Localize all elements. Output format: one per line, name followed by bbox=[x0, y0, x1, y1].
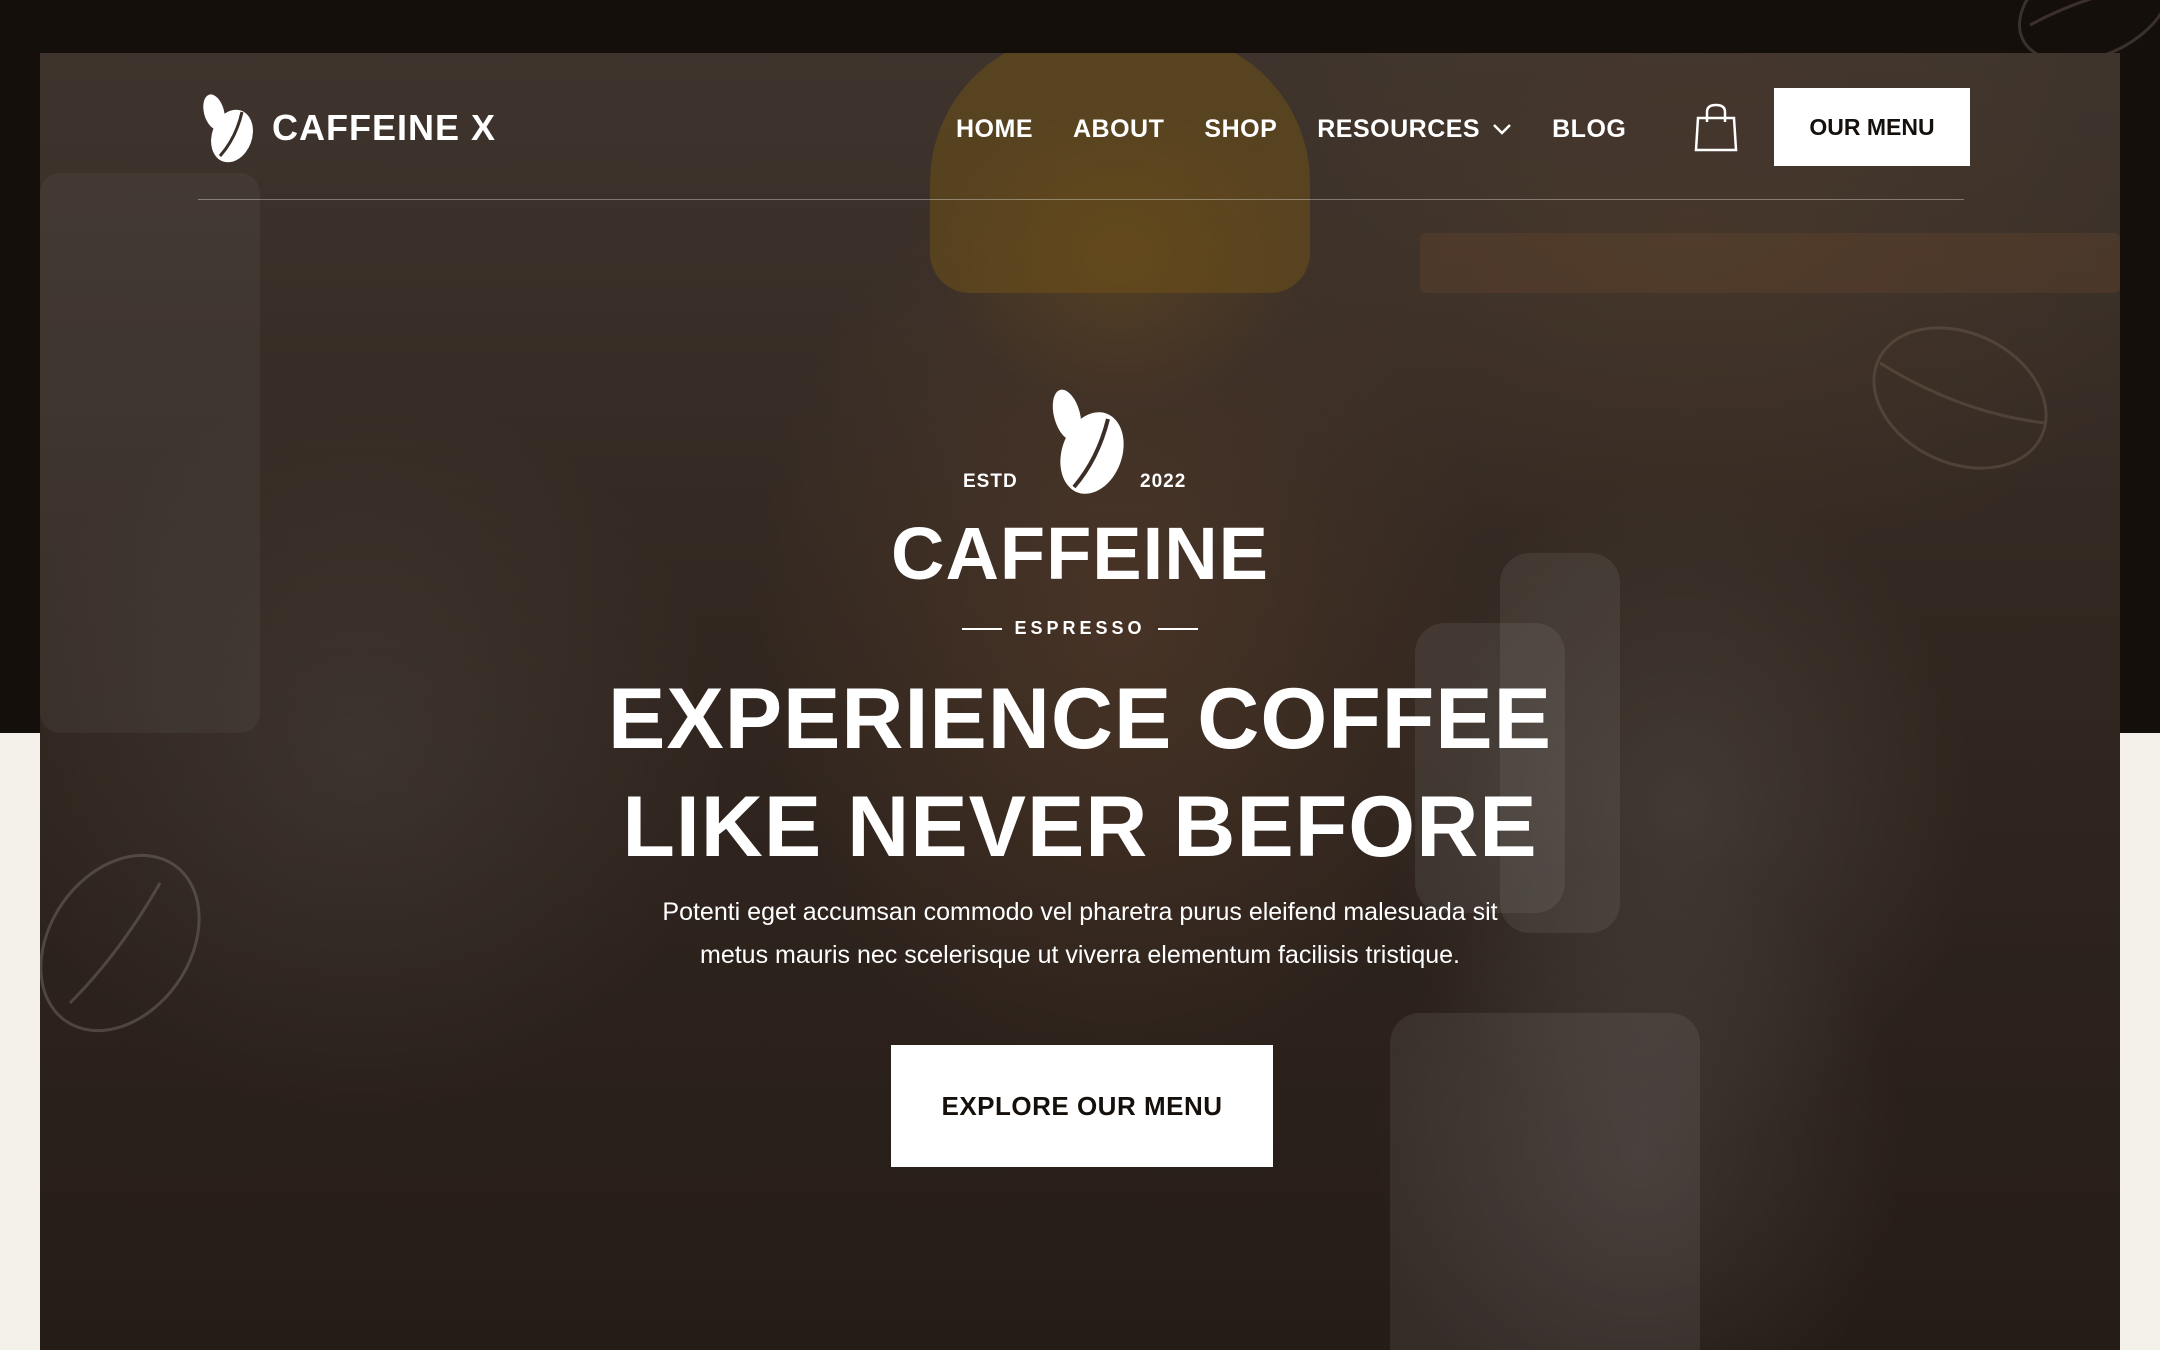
badge-year: 2022 bbox=[1140, 471, 1187, 492]
logo-text: CAFFEINE X bbox=[272, 107, 497, 148]
description-line-2: metus mauris nec scelerisque ut viverra … bbox=[700, 941, 1460, 969]
explore-menu-button[interactable]: EXPLORE OUR MENU bbox=[891, 1045, 1273, 1167]
brand-badge: ESTD 2022 CAFFEINE ESPRESSO bbox=[840, 383, 1320, 683]
nav-about[interactable]: ABOUT bbox=[1073, 115, 1164, 144]
nav-label: RESOURCES bbox=[1317, 114, 1481, 143]
page: CAFFEINE X HOME ABOUT SHOP RESOURCES BLO… bbox=[0, 0, 2160, 1350]
hero-headline: EXPERIENCE COFFEE LIKE NEVER BEFORE bbox=[40, 665, 2120, 881]
headline-line-1: EXPERIENCE COFFEE bbox=[607, 671, 1553, 767]
coffee-bean-icon bbox=[203, 94, 253, 163]
badge-estd-label: ESTD bbox=[963, 471, 1018, 492]
main-nav: HOME ABOUT SHOP RESOURCES BLOG bbox=[956, 109, 1626, 149]
our-menu-button[interactable]: OUR MENU bbox=[1774, 88, 1970, 166]
nav-label: HOME bbox=[956, 114, 1033, 143]
background-espresso-machine bbox=[40, 173, 260, 733]
description-line-1: Potenti eget accumsan commodo vel pharet… bbox=[662, 898, 1498, 926]
coffee-bean-decor-icon bbox=[1872, 326, 2048, 470]
hero-description: Potenti eget accumsan commodo vel pharet… bbox=[580, 891, 1580, 977]
headline-line-2: LIKE NEVER BEFORE bbox=[622, 779, 1538, 875]
coffee-bean-icon bbox=[1052, 389, 1124, 494]
background-cup bbox=[1390, 1013, 1700, 1350]
nav-blog[interactable]: BLOG bbox=[1552, 115, 1626, 144]
chevron-down-icon bbox=[1493, 124, 1512, 135]
background-shelf bbox=[1420, 233, 2120, 293]
nav-label: ABOUT bbox=[1073, 114, 1165, 143]
nav-shop[interactable]: SHOP bbox=[1204, 115, 1277, 144]
badge-subtitle: ESPRESSO bbox=[1014, 618, 1146, 638]
nav-home[interactable]: HOME bbox=[956, 115, 1033, 144]
nav-resources[interactable]: RESOURCES bbox=[1317, 115, 1512, 144]
divider bbox=[962, 627, 1003, 630]
badge-name: CAFFEINE bbox=[891, 512, 1269, 595]
nav-label: BLOG bbox=[1552, 114, 1627, 143]
site-logo[interactable]: CAFFEINE X bbox=[198, 90, 496, 166]
badge-subtitle-row: ESPRESSO bbox=[840, 618, 1320, 639]
site-header: CAFFEINE X HOME ABOUT SHOP RESOURCES BLO… bbox=[40, 53, 2120, 200]
nav-label: SHOP bbox=[1204, 114, 1278, 143]
hero-section: CAFFEINE X HOME ABOUT SHOP RESOURCES BLO… bbox=[40, 53, 2120, 1350]
header-divider bbox=[198, 199, 1964, 200]
shopping-bag-icon[interactable] bbox=[1694, 102, 1738, 152]
divider bbox=[1157, 627, 1198, 630]
